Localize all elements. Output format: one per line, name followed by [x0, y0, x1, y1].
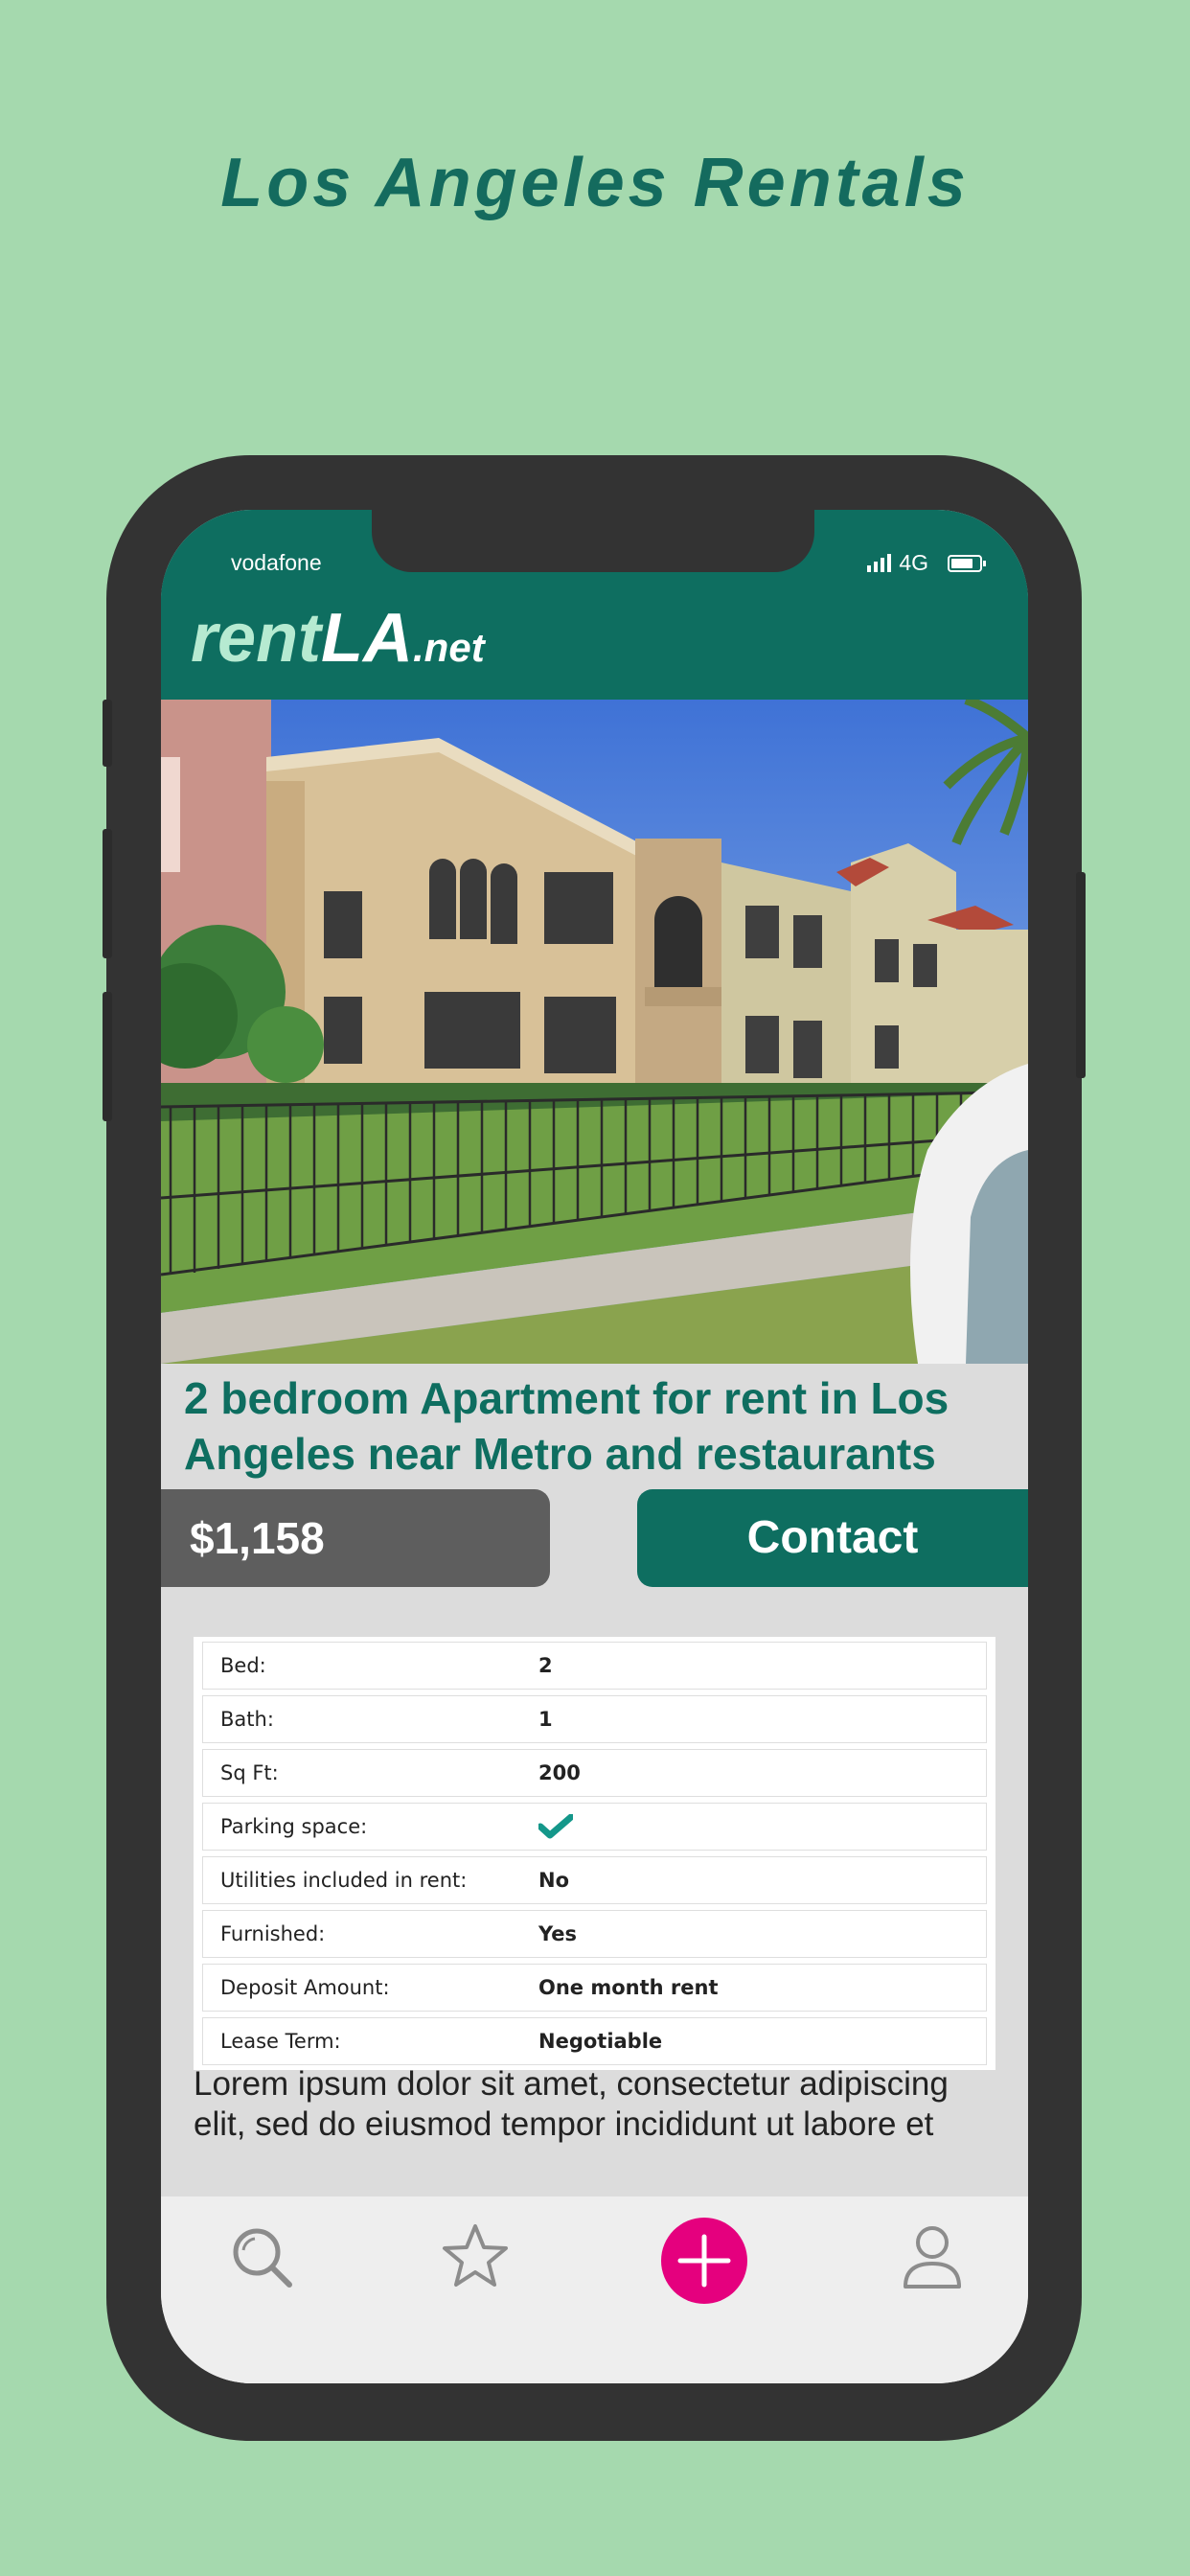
checkmark-icon [538, 1814, 573, 1839]
phone-frame: vodafone 4G rentLA.net 2 bedroom Apartme… [103, 455, 1086, 2441]
details-table: Bed: 2 Bath: 1 Sq Ft: 200 Parking space: [194, 1637, 995, 2070]
detail-label: Furnished: [220, 1922, 326, 1945]
detail-row-utilities: Utilities included in rent: No [202, 1856, 987, 1904]
detail-row-lease-term: Lease Term: Negotiable [202, 2017, 987, 2065]
bottom-tab-bar [161, 2196, 1028, 2383]
signal-icon [867, 553, 892, 573]
search-icon[interactable] [228, 2223, 295, 2290]
detail-row-parking: Parking space: [202, 1803, 987, 1851]
detail-value: No [538, 1869, 570, 1892]
detail-row-bath: Bath: 1 [202, 1695, 987, 1743]
detail-label: Bath: [220, 1708, 274, 1731]
detail-value [538, 1814, 573, 1839]
star-icon[interactable] [442, 2223, 509, 2290]
detail-value: 200 [538, 1761, 581, 1784]
page-headline: Los Angeles Rentals [220, 145, 970, 221]
app-header: rentLA.net [161, 572, 1028, 702]
detail-value: 1 [538, 1708, 553, 1731]
detail-label: Lease Term: [220, 2030, 341, 2053]
power-button [1076, 872, 1086, 1078]
detail-row-furnished: Furnished: Yes [202, 1910, 987, 1958]
detail-label: Utilities included in rent: [220, 1869, 468, 1892]
add-icon [677, 2234, 731, 2288]
detail-value: Negotiable [538, 2030, 663, 2053]
silent-switch [103, 700, 112, 767]
battery-icon [948, 554, 986, 572]
logo-part-la: LA [321, 600, 414, 677]
detail-value: One month rent [538, 1976, 719, 1999]
logo-part-net: .net [413, 625, 485, 670]
listing-photo[interactable] [161, 700, 1028, 1364]
detail-row-bed: Bed: 2 [202, 1642, 987, 1690]
detail-row-sqft: Sq Ft: 200 [202, 1749, 987, 1797]
detail-label: Bed: [220, 1654, 266, 1677]
profile-icon[interactable] [902, 2223, 963, 2290]
detail-label: Parking space: [220, 1815, 368, 1838]
detail-value: Yes [538, 1922, 578, 1945]
listing-description: Lorem ipsum dolor sit amet, consectetur … [194, 2065, 949, 2143]
detail-label: Sq Ft: [220, 1761, 279, 1784]
detail-value: 2 [538, 1654, 553, 1677]
volume-down-button [103, 992, 112, 1121]
listing-title: 2 bedroom Apartment for rent in Los Ange… [184, 1373, 950, 1479]
price-tag: $1,158 [161, 1489, 550, 1587]
volume-up-button [103, 829, 112, 958]
detail-row-deposit: Deposit Amount: One month rent [202, 1964, 987, 2012]
notch [372, 510, 814, 572]
detail-label: Deposit Amount: [220, 1976, 390, 1999]
brand-logo[interactable]: rentLA.net [191, 599, 485, 678]
logo-part-rent: rent [191, 600, 322, 677]
phone-screen: vodafone 4G rentLA.net 2 bedroom Apartme… [161, 510, 1028, 2383]
apartment-building-image [161, 700, 1028, 1364]
add-listing-button[interactable] [661, 2218, 747, 2304]
contact-button[interactable]: Contact [637, 1489, 1028, 1587]
